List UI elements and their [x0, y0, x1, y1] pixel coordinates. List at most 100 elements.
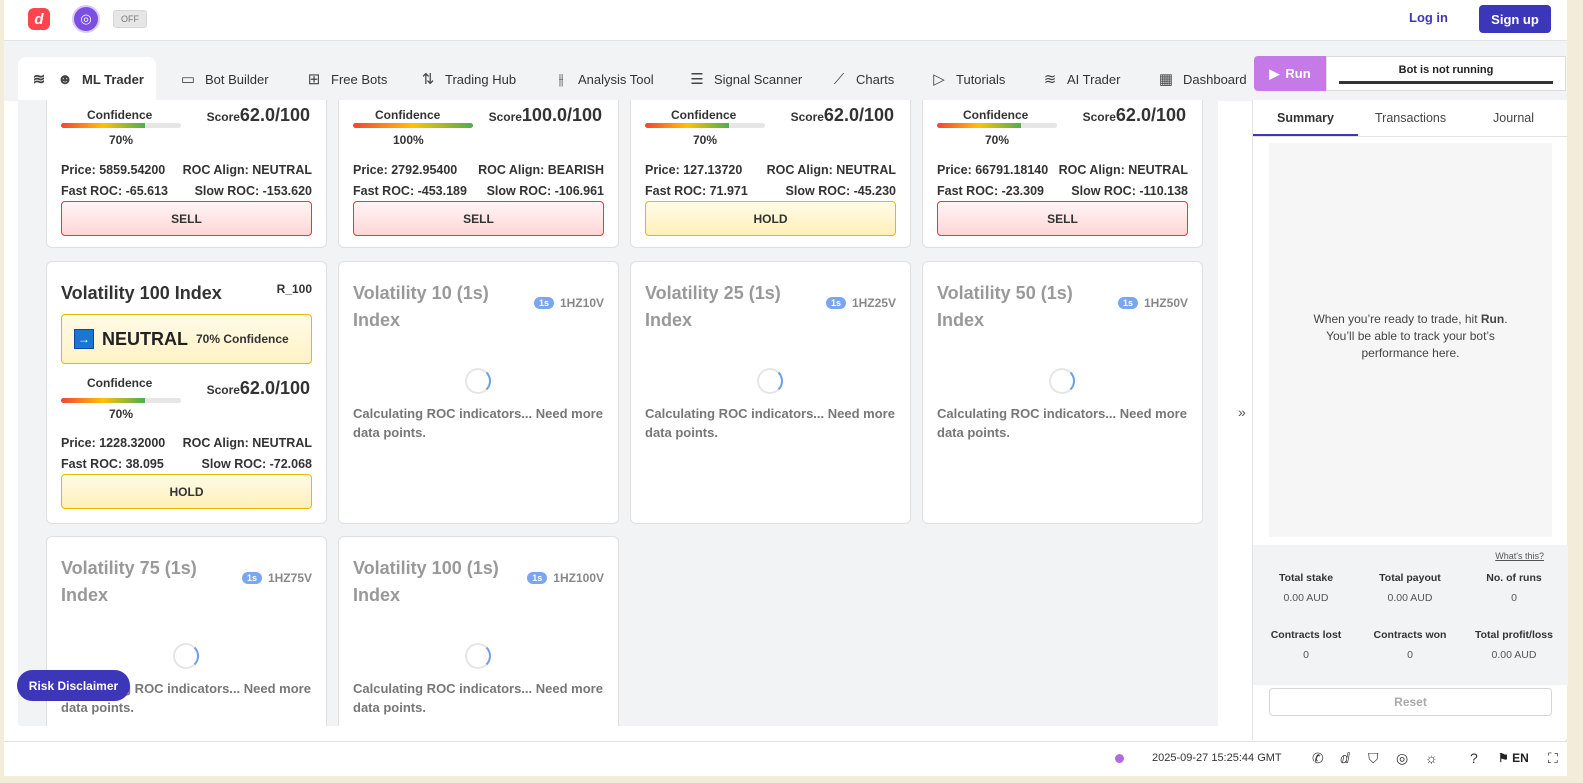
tab-ml-trader[interactable]: ≋ ☻ ML Trader [18, 57, 156, 101]
loading-spinner-icon [173, 643, 199, 669]
roc-row: Fast ROC: -453.189 Slow ROC: -106.961 [353, 184, 604, 198]
symbol-code: 1HZ50V [1143, 296, 1188, 310]
stat-contracts-lost: Contracts lost 0 [1256, 629, 1356, 661]
brand-target-icon[interactable]: ◎ [72, 5, 100, 33]
score: Score62.0/100 [207, 105, 310, 126]
play-icon: ▶ [1269, 65, 1280, 81]
market-symbol: 1s 1HZ75V [241, 571, 312, 585]
score-value: 62.0/100 [239, 105, 310, 125]
tab-tutorials[interactable]: ▷ Tutorials [930, 57, 1005, 101]
login-link[interactable]: Log in [1409, 10, 1448, 25]
sell-signal-button[interactable]: SELL [353, 201, 604, 236]
price-row: Price: 2792.95400 ROC Align: BEARISH [353, 163, 604, 177]
fullscreen-icon[interactable]: ⛶ [1548, 750, 1558, 767]
tab-transactions[interactable]: Transactions [1375, 111, 1446, 125]
market-card: Confidence 70% Score62.0/100 Price: 6679… [922, 100, 1203, 248]
tab-label: Free Bots [331, 71, 388, 87]
hold-signal-button[interactable]: HOLD [61, 474, 312, 509]
shield-icon[interactable]: ⛉ [1368, 750, 1379, 767]
dashboard-icon: ▦ [1158, 71, 1174, 88]
theme-sun-icon[interactable]: ☼ [1425, 750, 1438, 766]
placeholder-text: When you’re ready to trade, hit Run. You… [1269, 311, 1552, 362]
language-selector[interactable]: ⚑ EN [1498, 751, 1529, 765]
market-card-volatility-25-1s: Volatility 25 (1s) Index 1s 1HZ25V Calcul… [630, 261, 911, 524]
roc-row: Fast ROC: 71.971 Slow ROC: -45.230 [645, 184, 896, 198]
run-panel: Summary Transactions Journal When you’re… [1252, 100, 1568, 740]
price-row: Price: 1228.32000 ROC Align: NEUTRAL [61, 436, 312, 450]
placeholder-text-start: When you’re ready to trade, hit [1313, 312, 1481, 326]
reset-button[interactable]: Reset [1269, 688, 1552, 716]
confidence-label: Confidence [87, 108, 153, 122]
calculating-message: Calculating ROC indicators... Need more … [353, 406, 603, 440]
score: Score100.0/100 [489, 105, 602, 126]
hold-signal-button[interactable]: HOLD [645, 201, 896, 236]
score-value: 100.0/100 [521, 105, 602, 125]
run-label: Run [1285, 66, 1311, 81]
confidence-bar [645, 123, 765, 128]
stat-label: Contracts lost [1270, 629, 1342, 641]
stat-value: 0 [1407, 649, 1413, 661]
sell-signal-button[interactable]: SELL [61, 201, 312, 236]
confidence-bar [937, 123, 1057, 128]
tab-label: AI Trader [1067, 71, 1121, 87]
tab-journal[interactable]: Journal [1493, 111, 1534, 125]
expand-panel-chevron-icon[interactable]: » [1238, 404, 1246, 420]
roc-row: Fast ROC: 38.095 Slow ROC: -72.068 [61, 457, 312, 471]
tab-label: ML Trader [82, 71, 144, 87]
tab-summary[interactable]: Summary [1277, 111, 1334, 125]
market-card-volatility-10-1s: Volatility 10 (1s) Index 1s 1HZ10V Calcul… [338, 261, 619, 524]
tab-free-bots[interactable]: ⊞ Free Bots [305, 57, 388, 101]
signup-button[interactable]: Sign up [1479, 5, 1551, 33]
roc-align: ROC Align: NEUTRAL [182, 163, 312, 177]
confidence-percent: 70% [693, 133, 718, 147]
stat-contracts-won: Contracts won 0 [1360, 629, 1460, 661]
tab-signal-scanner[interactable]: ☰ Signal Scanner [688, 57, 802, 101]
tab-ai-trader[interactable]: ≋ AI Trader [1041, 57, 1121, 101]
loading-spinner-icon [757, 368, 783, 394]
price-row: Price: 66791.18140 ROC Align: NEUTRAL [937, 163, 1188, 177]
market-card: Confidence 70% Score62.0/100 Price: 5859… [46, 100, 327, 248]
tab-dashboard[interactable]: ▦ Dashboard [1157, 57, 1247, 101]
one-second-badge: 1s [533, 297, 554, 309]
price: Price: 66791.18140 [937, 163, 1049, 177]
stat-label: Total profit/loss [1475, 629, 1553, 641]
one-second-badge: 1s [1117, 297, 1138, 309]
tab-charts[interactable]: ⟋ Charts [830, 57, 895, 101]
tab-trading-hub[interactable]: ⇅ Trading Hub [419, 57, 516, 101]
run-button[interactable]: ▶ Run [1254, 56, 1326, 91]
price-row: Price: 127.13720 ROC Align: NEUTRAL [645, 163, 896, 177]
confidence-bar [61, 123, 181, 128]
slow-roc: Slow ROC: -110.138 [1071, 184, 1188, 198]
risk-disclaimer-button[interactable]: Risk Disclaimer [17, 670, 130, 701]
fast-roc: Fast ROC: -23.309 [937, 184, 1044, 198]
tab-label: Signal Scanner [714, 71, 803, 87]
confidence-label: Confidence [87, 376, 153, 390]
market-title: Volatility 25 (1s) Index [645, 283, 781, 330]
market-title: Volatility 50 (1s) Index [937, 283, 1073, 330]
stat-value: 0.00 AUD [1283, 592, 1329, 604]
price: Price: 1228.32000 [61, 436, 166, 450]
whats-this-link[interactable]: What's this? [1495, 551, 1544, 561]
deriv-icon[interactable]: ⅆ [1340, 750, 1350, 767]
connection-status-icon [1115, 754, 1124, 763]
confidence-label: Confidence [671, 108, 737, 122]
fast-roc: Fast ROC: 71.971 [645, 184, 748, 198]
toggle-off-badge[interactable]: OFF [113, 10, 147, 28]
tab-label: Tutorials [956, 71, 1006, 87]
stat-total-stake: Total stake 0.00 AUD [1256, 572, 1356, 604]
help-icon[interactable]: ? [1470, 750, 1478, 766]
one-second-badge: 1s [241, 572, 262, 584]
tab-analysis-tool[interactable]: ⫲ Analysis Tool [552, 57, 654, 101]
candlestick-icon: ⫲ [558, 70, 564, 88]
confidence-percent: 70% [985, 133, 1010, 147]
panel-tabs: Summary Transactions Journal [1253, 100, 1568, 137]
sell-signal-button[interactable]: SELL [937, 201, 1188, 236]
support-icon[interactable]: ◎ [1396, 750, 1408, 767]
stat-label: Total stake [1278, 572, 1334, 584]
fast-roc: Fast ROC: 38.095 [61, 457, 164, 471]
server-time: 2025-09-27 15:25:44 GMT [1152, 752, 1282, 764]
whatsapp-icon[interactable]: ✆ [1312, 750, 1324, 767]
deriv-logo-icon[interactable]: d [28, 8, 50, 30]
tab-bot-builder[interactable]: ▭ Bot Builder [179, 57, 269, 101]
market-title: Volatility 75 (1s) Index [61, 558, 197, 605]
